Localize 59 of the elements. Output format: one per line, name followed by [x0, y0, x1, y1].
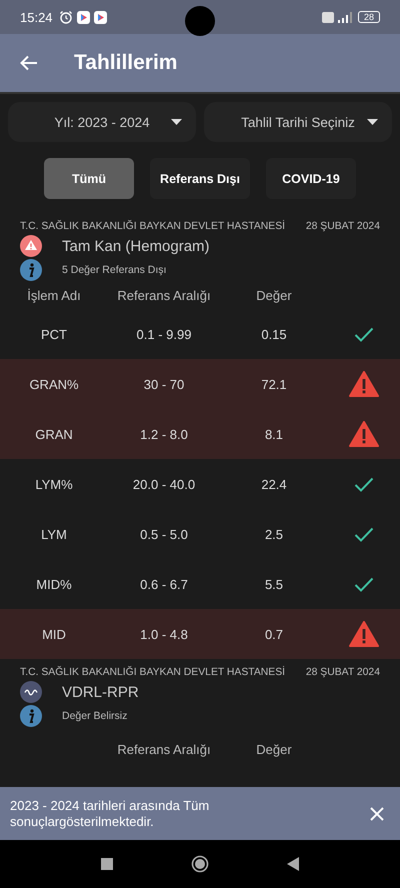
- table-cell: GRAN%: [29, 376, 79, 392]
- result-date: 28 ŞUBAT 2024: [306, 221, 380, 232]
- table-cell: 0.1 - 9.99: [136, 326, 192, 342]
- table-cell: MID%: [36, 576, 72, 592]
- column-header: Değer: [256, 742, 292, 756]
- filter-tab[interactable]: Referans Dışı: [150, 158, 250, 199]
- table-cell: 8.1: [264, 426, 284, 442]
- column-header: Değer: [256, 288, 292, 302]
- table-cell: 5.5: [264, 576, 284, 592]
- table-cell: 1.2 - 8.0: [140, 426, 188, 442]
- caret-icon: [171, 119, 182, 125]
- play-store-icon: [94, 10, 107, 24]
- column-header: Referans Aralığı: [117, 742, 211, 756]
- filter-tab[interactable]: COVID-19: [266, 158, 356, 199]
- table-cell: 2.5: [264, 526, 284, 542]
- test-name: VDRL-RPR: [62, 684, 139, 700]
- table-cell: 72.1: [261, 376, 287, 392]
- table-cell: LYM%: [35, 476, 73, 492]
- table-cell: MID: [42, 626, 66, 642]
- column-header: Referans Aralığı: [117, 288, 211, 302]
- filter-tab[interactable]: Tümü: [44, 158, 134, 199]
- battery-level: 28: [358, 11, 380, 23]
- snackbar-message: 2023 - 2024 tarihleri arasında Tüm sonuçlargösterilmektedir.: [10, 798, 210, 830]
- wave-icon: [20, 681, 42, 703]
- dropdown-field[interactable]: Yıl: 2023 - 2024: [8, 102, 196, 142]
- clock-time: 15:24: [20, 10, 53, 24]
- table-cell: 30 - 70: [144, 376, 184, 392]
- table-cell: 1.0 - 4.8: [140, 626, 188, 642]
- camera-cutout: [185, 6, 215, 36]
- hospital-name: T.C. SAĞLIK BAKANLIĞI BAYKAN DEVLET HASTANESİ: [20, 667, 286, 678]
- result-summary: 5 Değer Referans Dışı: [62, 264, 166, 276]
- table-cell: 0.15: [261, 326, 287, 342]
- screen-title: Tahlillerim: [74, 51, 178, 75]
- column-header: İşlem Adı: [27, 288, 81, 302]
- info-icon: [20, 705, 42, 727]
- warning-icon: [20, 235, 42, 257]
- play-store-icon: [76, 10, 90, 24]
- table-cell: 0.6 - 6.7: [140, 576, 188, 592]
- dropdown-field[interactable]: Tahlil Tarihi Seçiniz: [204, 102, 392, 142]
- info-icon: [20, 259, 42, 281]
- home-icon: [191, 855, 209, 873]
- test-name: Tam Kan (Hemogram): [62, 238, 210, 254]
- table-cell: LYM: [41, 526, 67, 542]
- table-cell: 20.0 - 40.0: [132, 476, 196, 492]
- table-cell: 0.7: [264, 626, 284, 642]
- hospital-name: T.C. SAĞLIK BAKANLIĞI BAYKAN DEVLET HASTANESİ: [20, 221, 286, 232]
- result-summary: Değer Belirsiz: [62, 710, 128, 722]
- caret-icon: [367, 119, 378, 125]
- table-cell: 22.4: [261, 476, 287, 492]
- back-icon: [287, 857, 299, 871]
- alarm-icon: [58, 10, 73, 24]
- table-cell: GRAN: [35, 426, 73, 442]
- recents-icon: [101, 858, 113, 870]
- table-cell: PCT: [41, 326, 67, 342]
- close-icon[interactable]: [370, 806, 384, 820]
- result-date: 28 ŞUBAT 2024: [306, 667, 380, 678]
- signal-icon: [338, 12, 354, 22]
- table-cell: 0.5 - 5.0: [140, 526, 188, 542]
- back-arrow-icon: [20, 55, 38, 71]
